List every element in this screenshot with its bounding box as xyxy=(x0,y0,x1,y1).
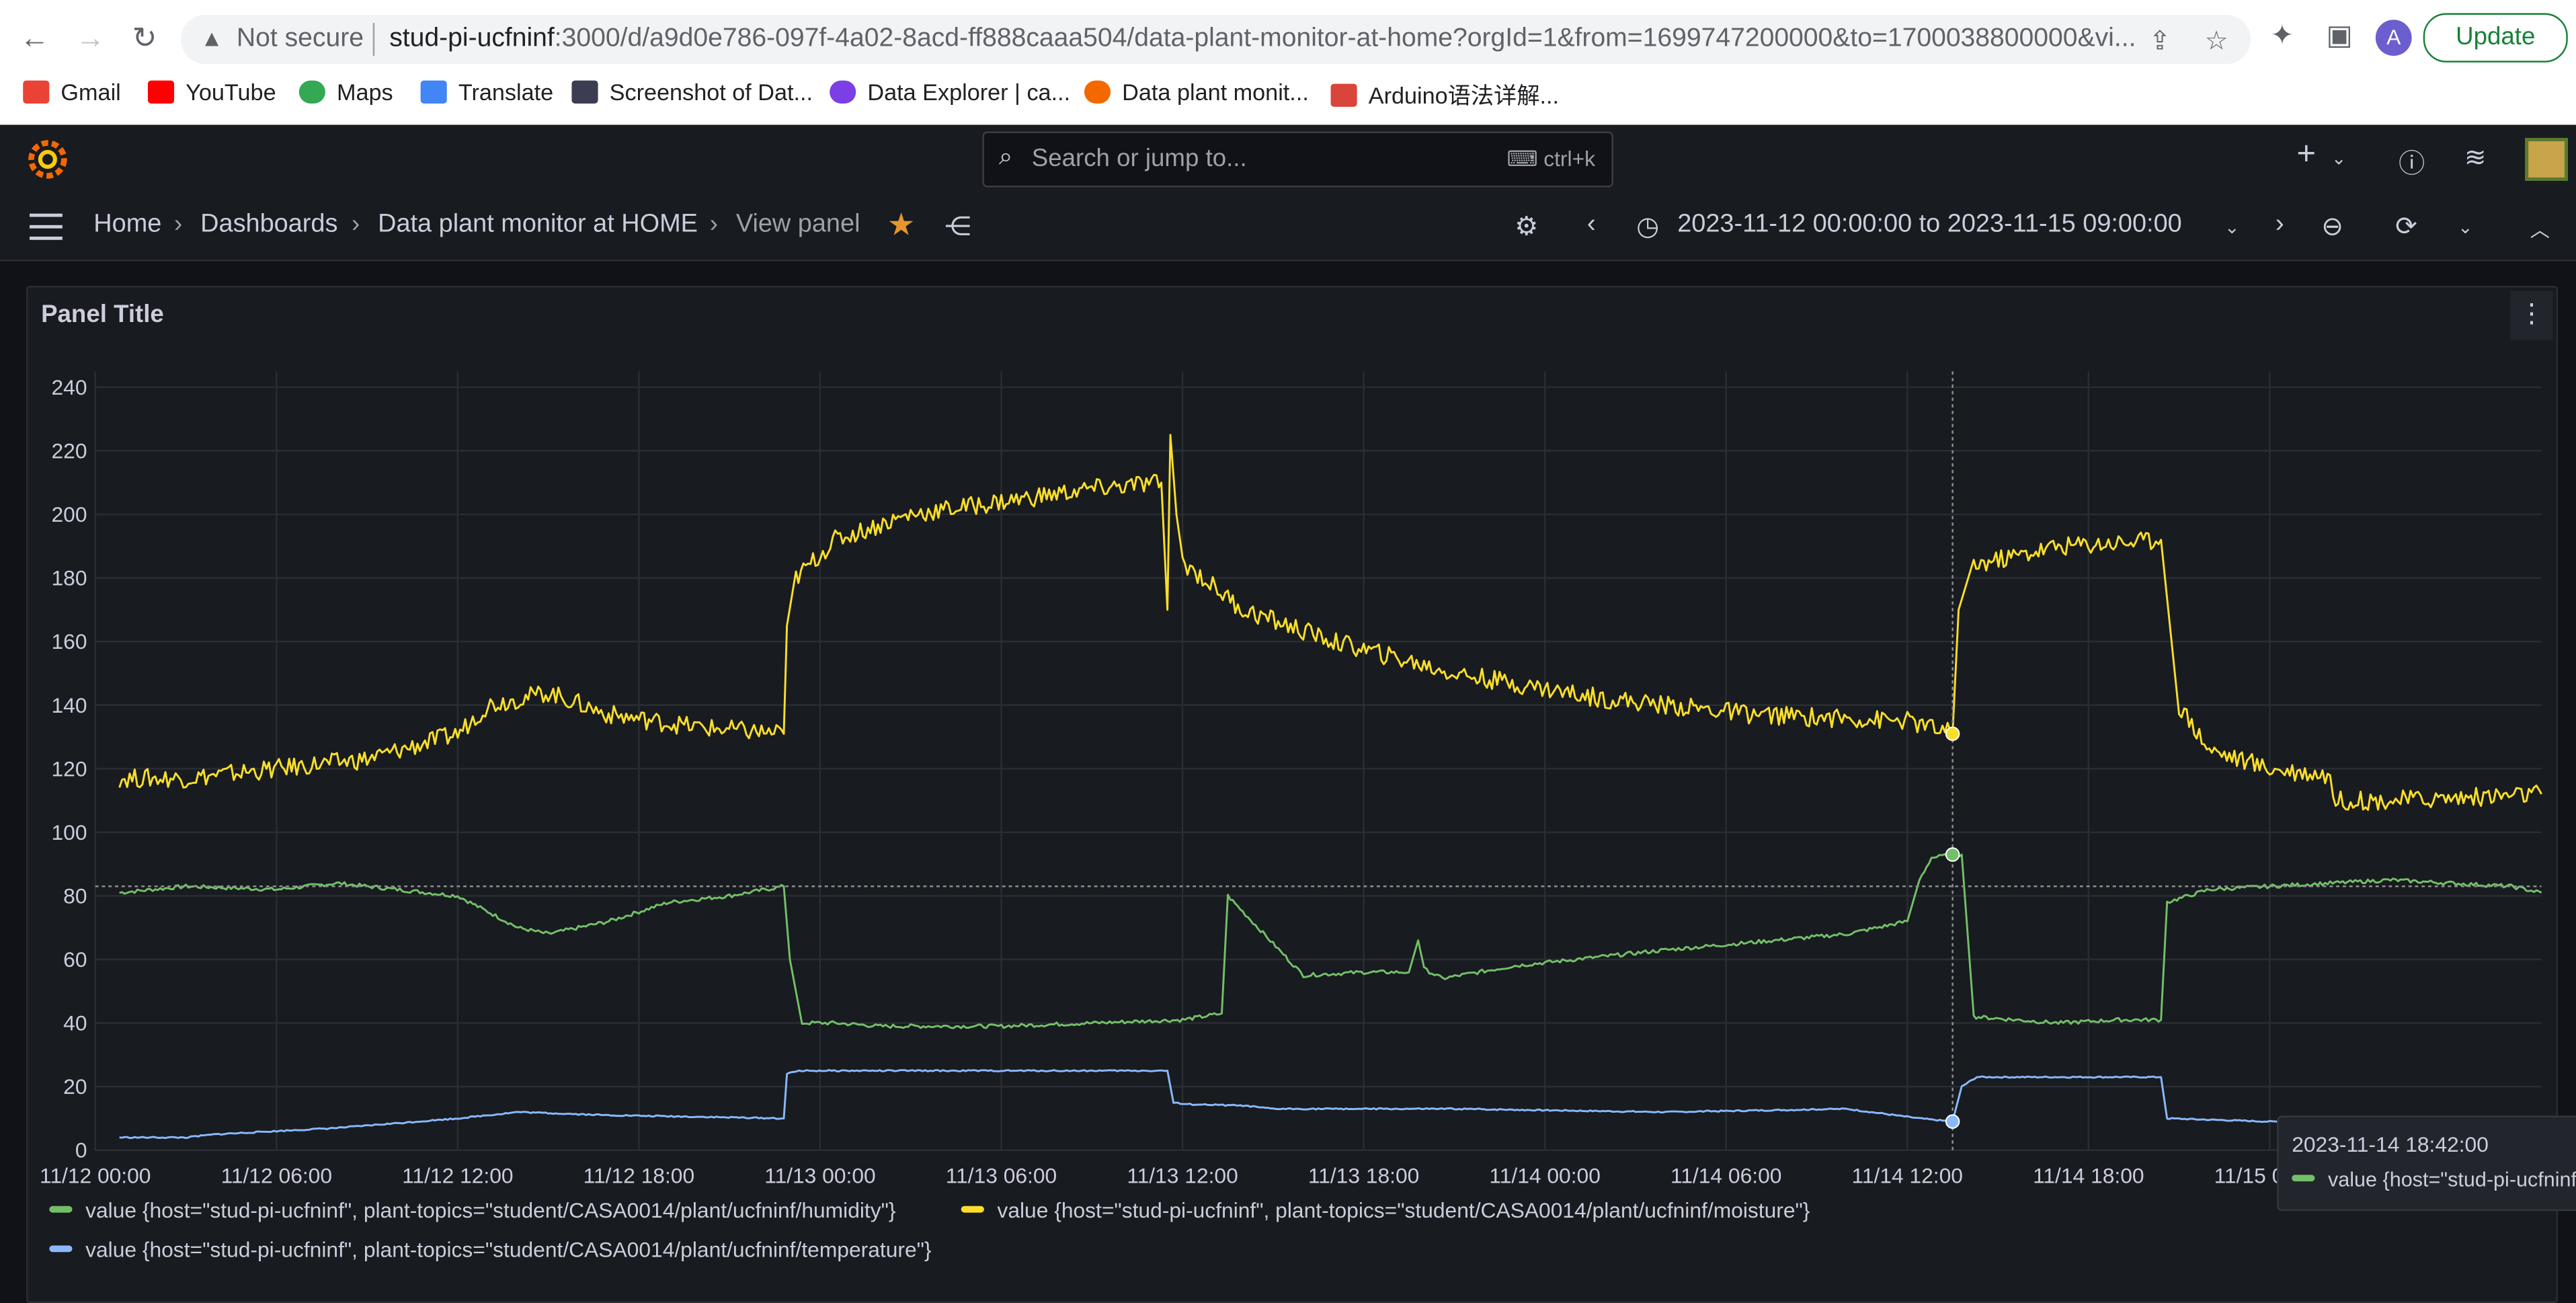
x-tick-label: 11/12 18:00 xyxy=(583,1164,694,1188)
chart-series xyxy=(118,434,2542,1140)
tooltip-swatch xyxy=(2292,1175,2315,1182)
series-line xyxy=(119,851,2542,1029)
series-line xyxy=(118,434,2542,812)
y-tick-label: 240 xyxy=(52,375,87,399)
y-tick-label: 40 xyxy=(63,1011,87,1035)
x-tick-label: 11/13 18:00 xyxy=(1308,1164,1419,1188)
hover-crosshair xyxy=(95,371,2542,1150)
y-tick-label: 100 xyxy=(52,820,87,844)
x-tick-label: 11/13 06:00 xyxy=(946,1164,1057,1188)
hover-point xyxy=(1945,847,1960,862)
x-tick-label: 11/14 18:00 xyxy=(2033,1164,2144,1188)
hover-point xyxy=(1945,1114,1960,1129)
legend-moisture[interactable]: value {host="stud-pi-ucfninf", plant-top… xyxy=(961,1197,1810,1223)
legend-humidity[interactable]: value {host="stud-pi-ucfninf", plant-top… xyxy=(49,1197,896,1223)
y-axis: 0 20 40 60 80 100 120 140 160 180 200 220 240 xyxy=(52,375,87,1162)
x-tick-label: 11/12 00:00 xyxy=(40,1164,151,1188)
hover-point xyxy=(1945,726,1960,742)
time-series-chart[interactable]: 0 20 40 60 80 100 120 140 160 180 200 220 240 11/12 … xyxy=(0,0,2576,1300)
x-tick-label: 11/13 00:00 xyxy=(764,1164,875,1188)
legend-label: value {host="stud-pi-ucfninf", plant-top… xyxy=(997,1197,1810,1223)
chart-grid xyxy=(94,371,2542,1151)
y-tick-label: 220 xyxy=(52,439,87,463)
legend-label: value {host="stud-pi-ucfninf", plant-top… xyxy=(85,1237,932,1262)
x-axis: 11/12 00:00 11/12 06:00 11/12 12:00 11/12 1… xyxy=(40,1164,2325,1188)
tooltip-series-label: value {host="stud-pi-ucfninf", plant-top… xyxy=(2327,1168,2576,1191)
x-tick-label: 11/14 00:00 xyxy=(1489,1164,1600,1188)
legend-swatch xyxy=(961,1206,984,1213)
legend-temperature[interactable]: value {host="stud-pi-ucfninf", plant-top… xyxy=(49,1237,932,1262)
tooltip-time: 2023-11-14 18:42:00 xyxy=(2292,1132,2489,1157)
screen: ← → ↻ ▲ Not secure stud-pi-ucfninf:3000/… xyxy=(0,0,2576,1303)
y-tick-label: 80 xyxy=(63,883,87,908)
tooltip-series: value {host="stud-pi-ucfninf", plant-top… xyxy=(2292,1169,2576,1191)
y-tick-label: 160 xyxy=(52,629,87,654)
hover-tooltip: 2023-11-14 18:42:00 value {host="stud-pi… xyxy=(2277,1115,2576,1212)
x-tick-label: 11/13 12:00 xyxy=(1127,1164,1238,1188)
y-tick-label: 140 xyxy=(52,693,87,717)
legend-swatch xyxy=(49,1245,73,1253)
y-tick-label: 20 xyxy=(63,1074,87,1099)
y-tick-label: 60 xyxy=(63,947,87,972)
x-tick-label: 11/12 06:00 xyxy=(221,1164,332,1188)
x-tick-label: 11/12 12:00 xyxy=(402,1164,513,1188)
series-line xyxy=(119,1068,2542,1140)
y-tick-label: 0 xyxy=(75,1138,87,1162)
legend-label: value {host="stud-pi-ucfninf", plant-top… xyxy=(85,1197,896,1223)
legend-swatch xyxy=(49,1206,73,1213)
x-tick-label: 11/14 06:00 xyxy=(1671,1164,1781,1188)
y-tick-label: 200 xyxy=(52,502,87,526)
y-tick-label: 180 xyxy=(52,566,87,590)
x-tick-label: 11/14 12:00 xyxy=(1852,1164,1963,1188)
y-tick-label: 120 xyxy=(52,756,87,781)
